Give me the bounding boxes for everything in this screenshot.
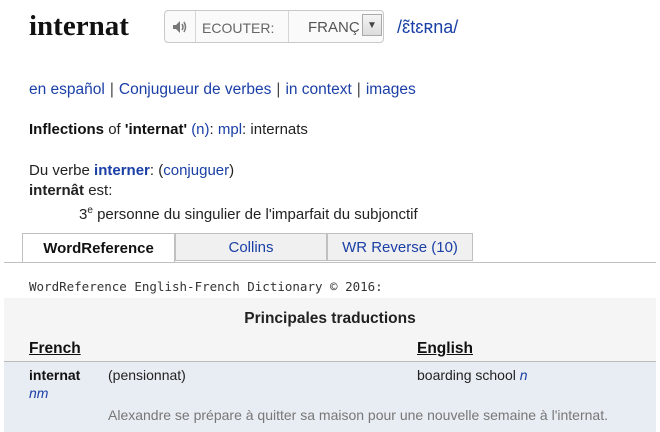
column-header-french: French: [29, 340, 81, 357]
speaker-icon[interactable]: [165, 11, 196, 42]
link-en-espanol[interactable]: en español: [29, 81, 105, 98]
form-word: internât: [29, 182, 85, 199]
column-header-english: English: [417, 340, 473, 357]
conjuguer-link[interactable]: conjuguer: [163, 162, 229, 179]
listen-widget: ECOUTER: FRANÇ ▼: [164, 10, 384, 43]
form-line: internât est:: [29, 181, 418, 201]
dictionary-tabs: WordReference Collins WR Reverse (10): [22, 233, 473, 263]
form-suffix: est:: [88, 182, 113, 199]
verb-line: Du verbe interner: (conjuguer): [29, 161, 418, 181]
french-sense: (pensionnat): [108, 367, 186, 383]
link-separator: |: [109, 81, 114, 98]
accent-select-value: FRANÇ: [308, 19, 360, 36]
form-description: 3e personne du singulier de l'imparfait …: [29, 201, 418, 225]
verb-prefix: Du verbe: [29, 162, 90, 179]
colon: :: [242, 121, 247, 138]
inflections-form-label: mpl: [217, 121, 243, 138]
inflections-word: 'internat': [124, 121, 188, 138]
example-sentence: Alexandre se prépare à quitter sa maison…: [108, 407, 608, 423]
english-translation: boarding school n: [417, 367, 528, 383]
translations-section: Principales traductions French English i…: [4, 298, 656, 432]
verb-link[interactable]: interner: [94, 162, 150, 179]
link-separator: |: [276, 81, 281, 98]
copyright-line: WordReference English-French Dictionary …: [29, 279, 383, 294]
pronunciation: /ɛ̃tɛʀna/: [397, 17, 459, 37]
inflections-pos: (n): [191, 121, 210, 138]
french-word: internat: [29, 367, 81, 383]
link-images[interactable]: images: [366, 81, 416, 98]
tab-wr-reverse[interactable]: WR Reverse (10): [327, 233, 473, 261]
tab-wordreference[interactable]: WordReference: [22, 233, 175, 263]
listen-label: ECOUTER:: [202, 20, 275, 36]
link-separator: |: [356, 81, 361, 98]
link-conjugueur[interactable]: Conjugueur de verbes: [119, 81, 272, 98]
headword: internat: [29, 10, 129, 42]
description-sup: e: [87, 205, 93, 216]
chevron-down-icon[interactable]: ▼: [362, 14, 382, 36]
colon: :: [209, 121, 214, 138]
translation-text: boarding school: [417, 367, 516, 383]
entry-header: internat ECOUTER: FRANÇ ▼ /ɛ̃tɛʀna/: [29, 8, 649, 48]
accent-select[interactable]: FRANÇ ▼: [288, 11, 384, 42]
verb-block: Du verbe interner: (conjuguer) internât …: [29, 161, 418, 225]
dictionary-panel: WordReference English-French Dictionary …: [4, 263, 656, 432]
french-pos: nm: [29, 385, 49, 401]
section-title: Principales traductions: [244, 310, 416, 327]
inflections-line: Inflections of 'internat' (n): mpl: inte…: [29, 121, 308, 138]
table-row: internat nm (pensionnat) boarding school…: [4, 362, 656, 432]
paren: ): [229, 162, 235, 179]
inflections-of: of: [108, 121, 121, 138]
colon: :: [149, 162, 155, 179]
related-links: en español | Conjugueur de verbes | in conte…: [29, 81, 416, 99]
description-text: personne du singulier de l'imparfait du …: [97, 206, 418, 223]
translation-pos: n: [519, 367, 528, 383]
tab-collins[interactable]: Collins: [175, 233, 327, 261]
link-in-context[interactable]: in context: [285, 81, 351, 98]
inflections-label: Inflections: [29, 121, 105, 138]
inflections-forms: internats: [250, 121, 308, 138]
